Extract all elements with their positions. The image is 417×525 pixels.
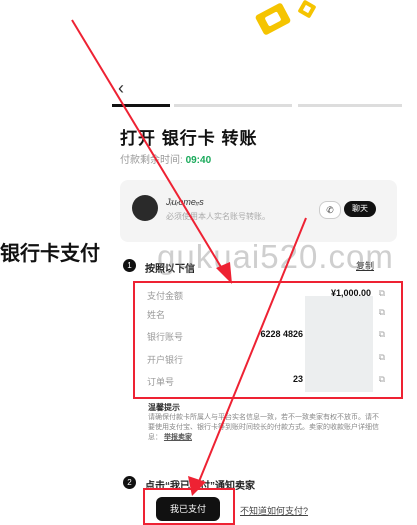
arrow-line-top xyxy=(71,19,225,273)
arrow-head-top xyxy=(216,262,232,284)
arrow-head-bottom xyxy=(188,476,206,496)
annotation-arrows xyxy=(71,19,307,496)
arrow-line-bottom xyxy=(197,217,307,485)
